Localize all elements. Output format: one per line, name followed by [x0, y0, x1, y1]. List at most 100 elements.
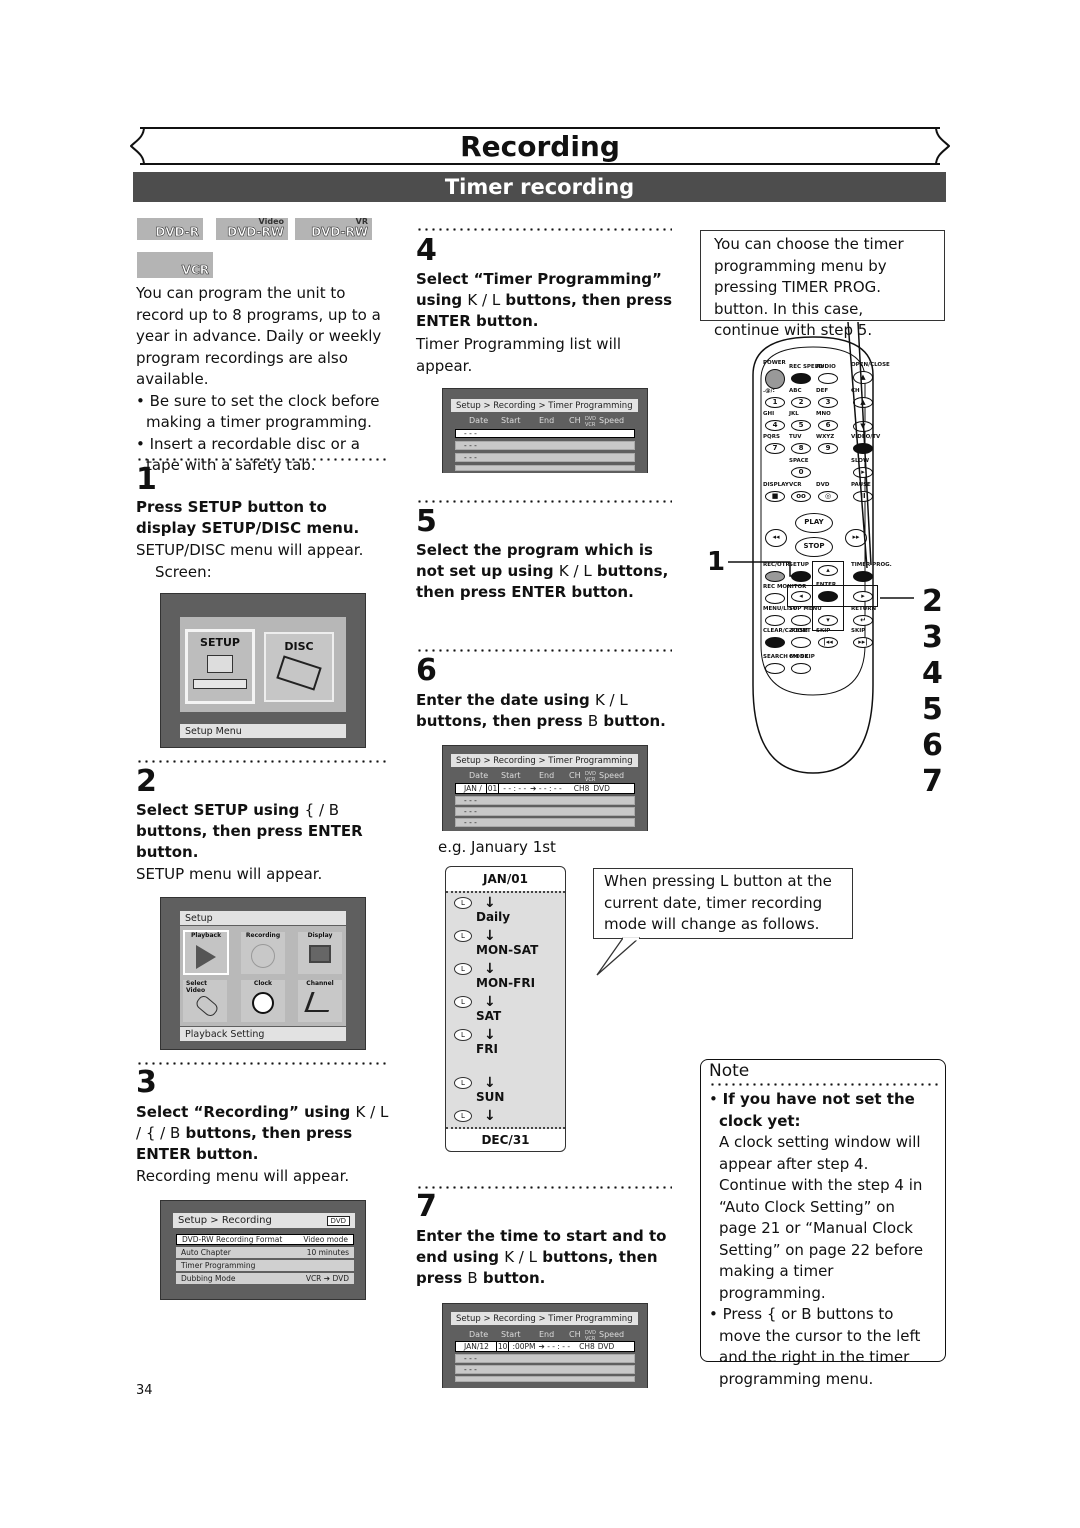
- dvd-r-logo: DVD-R: [137, 218, 203, 240]
- page-number: 34: [136, 1383, 153, 1398]
- arrow-down-icon: ↓: [484, 961, 496, 977]
- start-cursor[interactable]: 10: [495, 1341, 510, 1352]
- clock-icon: [252, 992, 274, 1014]
- step-marker-7: 7: [922, 764, 943, 799]
- menu-row-timer-programming[interactable]: Timer Programming: [176, 1260, 354, 1271]
- timer-row[interactable]: - - -: [455, 441, 635, 450]
- tile-recording[interactable]: Recording: [241, 932, 285, 974]
- flow-mode-label: SAT: [476, 1009, 502, 1023]
- status-bar: Setup Menu: [180, 724, 346, 738]
- arrow-down-icon: ↓: [484, 1075, 496, 1091]
- date-mode-flow: JAN/01 L ↓ Daily L ↓ MON-SAT L ↓ MON-FRI L ↓ SAT L ↓ F…: [445, 866, 566, 1152]
- flow-mode-label: SUN: [476, 1090, 505, 1104]
- remote-button-label: SKIP: [851, 628, 866, 634]
- bracket-right-icon: [935, 127, 950, 165]
- down-button-icon: L: [454, 930, 472, 942]
- step-marker-6: 6: [922, 728, 943, 763]
- callout-timer-prog: You can choose the timer programming men…: [700, 230, 945, 339]
- status-bar: Playback Setting: [180, 1027, 346, 1041]
- flow-mode-label: Daily: [476, 910, 511, 924]
- arrow-down-icon: ↓: [484, 1027, 496, 1043]
- timer-row-editing[interactable]: JAN /01- - : - - ➔ - - : - - CH8 DVD: [455, 783, 635, 794]
- recording-breadcrumb: Setup > Recording DVD: [173, 1213, 355, 1228]
- step-3-heading: Select “Recording” using K / L / { / B b…: [136, 1103, 389, 1163]
- step-5-heading: Select the program which is not set up u…: [416, 541, 669, 601]
- disc-tile[interactable]: DISC: [264, 632, 334, 702]
- menu-row-dubbing-mode[interactable]: Dubbing Mode VCR ➔ DVD: [176, 1273, 354, 1284]
- down-button-icon: L: [454, 1110, 472, 1122]
- search-mode-button[interactable]: [765, 663, 785, 674]
- note-item-text: A clock setting window will appear after…: [719, 1133, 924, 1302]
- step-marker-3: 3: [922, 620, 943, 655]
- down-button-icon: L: [454, 963, 472, 975]
- section-title: Recording: [460, 129, 620, 163]
- step-number: 4: [416, 233, 437, 268]
- step-1-heading: Press SETUP button to display SETUP/DISC…: [136, 498, 360, 537]
- flow-mode-label: MON-SAT: [476, 943, 539, 957]
- timer-row[interactable]: - - -: [455, 818, 635, 827]
- timer-row[interactable]: - - -: [455, 429, 635, 438]
- date-cursor[interactable]: 01: [485, 783, 500, 794]
- subsection-title: Timer recording: [133, 172, 946, 202]
- tile-clock[interactable]: Clock: [241, 980, 285, 1022]
- step-4-desc: Timer Programming list will appear.: [416, 335, 622, 375]
- intro-text: You can program the unit to record up to…: [136, 284, 382, 388]
- remote-button-label: ZOOM: [789, 628, 808, 634]
- step-2-heading: Select SETUP using { / B buttons, then p…: [136, 801, 363, 861]
- timer-row[interactable]: - - -: [455, 807, 635, 816]
- callout-pointer: [596, 937, 640, 976]
- cm-skip-button[interactable]: [791, 663, 811, 674]
- tile-playback[interactable]: Playback: [183, 930, 229, 975]
- timer-columns: Date Start End CH DVD VCR Speed: [469, 771, 625, 783]
- step-2-desc: SETUP menu will appear.: [136, 865, 323, 883]
- intro-bullet: • Insert a recordable disc or a tape wit…: [136, 434, 360, 475]
- step-number: 6: [416, 653, 437, 688]
- skip-forward-button[interactable]: ▸▸|: [853, 637, 873, 648]
- clear-reset-button[interactable]: [765, 637, 785, 648]
- timer-row-editing[interactable]: JAN/12 10:00PM ➔ - - : - - CH8 DVD: [455, 1341, 635, 1352]
- zoom-button[interactable]: [791, 637, 811, 648]
- section-title-frame: Recording: [130, 127, 950, 165]
- step-number: 2: [136, 764, 157, 799]
- dvd-player-icon: [193, 679, 247, 689]
- step-7-heading: Enter the time to start and to end using…: [416, 1227, 667, 1287]
- menu-row-auto-chapter[interactable]: Auto Chapter 10 minutes: [176, 1247, 354, 1258]
- step-marker-1: 1: [707, 547, 726, 577]
- tile-select-video[interactable]: Select Video: [183, 980, 227, 1022]
- menu-row-format[interactable]: DVD-RW Recording Format Video mode: [176, 1234, 354, 1245]
- timer-row[interactable]: - - -: [455, 1365, 635, 1374]
- skip-back-button[interactable]: |◂◂: [818, 637, 838, 648]
- record-circle-icon: [251, 944, 275, 968]
- tile-channel[interactable]: Channel: [298, 980, 342, 1022]
- recording-menu-screen: Setup > Recording DVD DVD-RW Recording Fo…: [160, 1200, 366, 1300]
- timer-row[interactable]: [455, 465, 635, 471]
- divider: [416, 649, 672, 652]
- arrow-down-icon: ↓: [484, 1108, 496, 1124]
- timer-row[interactable]: - - -: [455, 453, 635, 462]
- bracket-left-icon: [130, 127, 145, 165]
- step-marker-2: 2: [922, 584, 943, 619]
- divider: [416, 228, 672, 231]
- step-1-desc: SETUP/DISC menu will appear.: [136, 541, 364, 559]
- intro-paragraph: You can program the unit to record up to…: [136, 283, 388, 477]
- note-item: • If you have not set the clock yet:: [709, 1090, 915, 1130]
- timer-row[interactable]: [455, 1376, 635, 1382]
- setup-disc-screen: SETUP DISC Setup Menu: [160, 593, 366, 748]
- setup-tile[interactable]: SETUP: [185, 629, 255, 704]
- timer-columns: Date Start End CH DVD VCR Speed: [469, 416, 625, 428]
- note-item: • Press { or B buttons to move the curso…: [709, 1305, 921, 1388]
- callout-date-mode: When pressing L button at the current da…: [593, 868, 853, 939]
- timer-list-screen-step7: Setup > Recording > Timer Programming Da…: [442, 1303, 648, 1388]
- play-triangle-icon: [196, 945, 216, 969]
- timer-row[interactable]: - - -: [455, 1354, 635, 1363]
- recording-menu-list: DVD-RW Recording Format Video mode Auto C…: [176, 1234, 354, 1284]
- step-1-extra: Screen:: [155, 563, 212, 581]
- intro-bullet: • Be sure to set the clock before making…: [136, 391, 380, 432]
- flow-end-date: DEC/31: [481, 1133, 530, 1147]
- timer-row[interactable]: - - -: [455, 796, 635, 805]
- down-button-icon: L: [454, 1029, 472, 1041]
- tile-display[interactable]: Display: [298, 932, 342, 974]
- step-number: 1: [136, 462, 157, 497]
- divider: [136, 760, 390, 763]
- step-marker-4: 4: [922, 656, 943, 691]
